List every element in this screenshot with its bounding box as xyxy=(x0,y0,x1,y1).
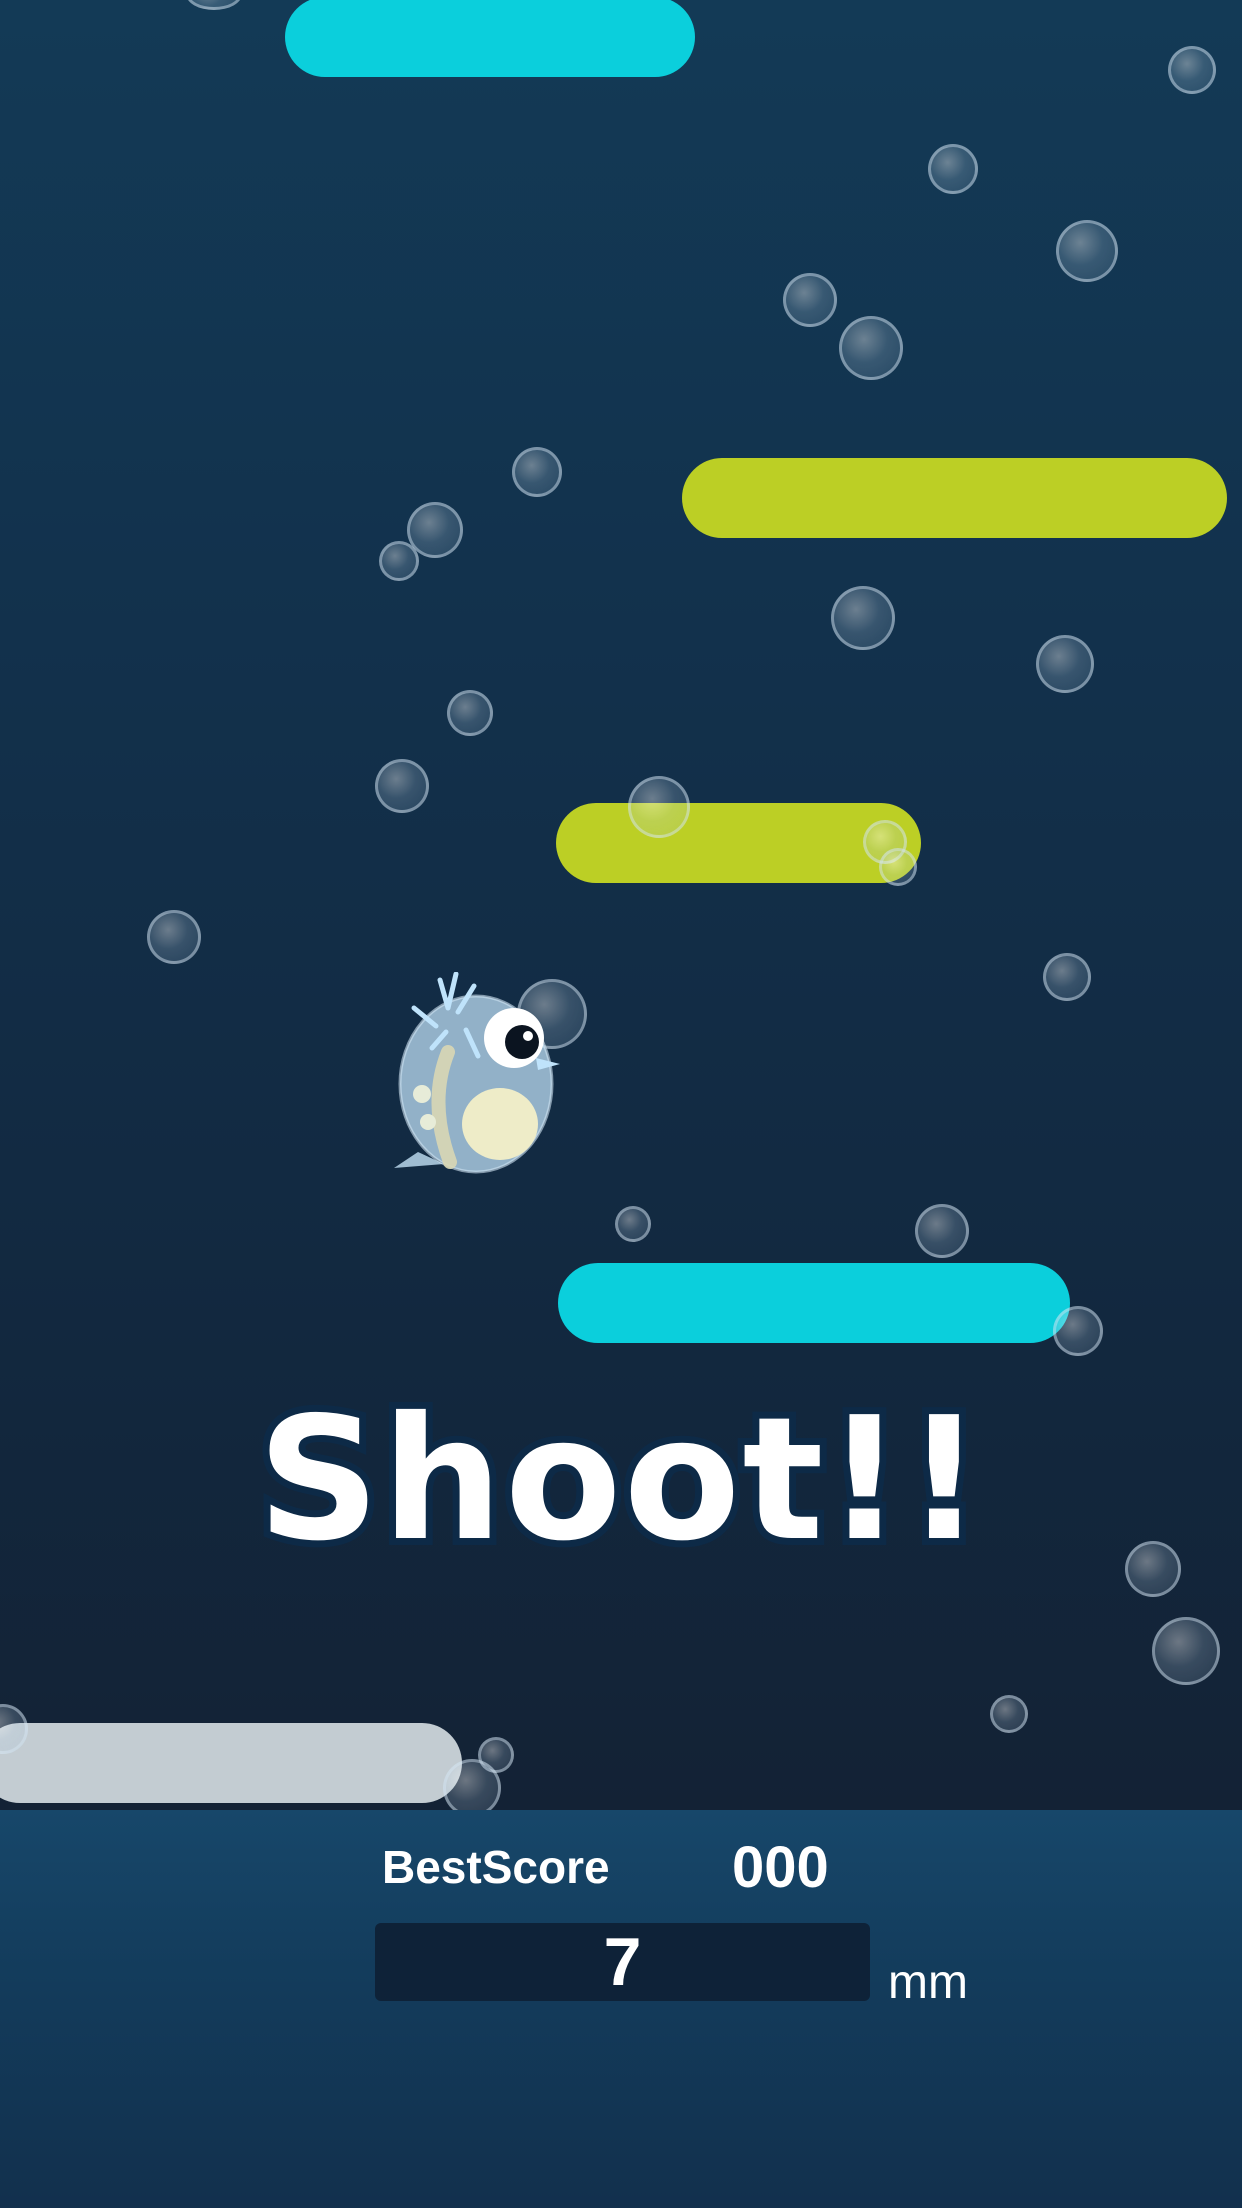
platform-lime-upper xyxy=(682,458,1227,538)
bubble-icon xyxy=(1056,220,1118,282)
bubble-icon xyxy=(928,144,978,194)
bubble-icon xyxy=(990,1695,1028,1733)
bubble-icon xyxy=(147,910,201,964)
bubble-icon xyxy=(915,1204,969,1258)
score-bar xyxy=(0,1810,1242,2208)
bubble-icon xyxy=(1168,46,1216,94)
bubble-icon xyxy=(447,690,493,736)
platform-cyan-top xyxy=(285,0,695,77)
bubble-icon xyxy=(628,776,690,838)
bubble-icon xyxy=(1053,1306,1103,1356)
shoot-banner-text: Shoot!! xyxy=(250,1381,989,1579)
game-screen[interactable]: Shoot!! BestScore 000 7 mm xyxy=(0,0,1242,2208)
bubble-icon xyxy=(783,273,837,327)
bubble-icon xyxy=(1036,635,1094,693)
bubble-icon xyxy=(186,0,242,10)
bubble-icon xyxy=(512,447,562,497)
current-score-value: 7 xyxy=(603,1924,642,2000)
bubble-icon xyxy=(1152,1617,1220,1685)
best-score-value: 000 xyxy=(732,1835,829,1900)
platform-cyan-lower xyxy=(558,1263,1070,1343)
bubble-icon xyxy=(879,848,917,886)
bubble-icon xyxy=(839,316,903,380)
bubble-icon xyxy=(443,1759,501,1810)
bubble-icon xyxy=(1043,953,1091,1001)
platform-gray-bottom xyxy=(0,1723,462,1803)
bird-character-icon xyxy=(394,972,560,1174)
play-area[interactable]: Shoot!! xyxy=(0,0,1242,1810)
bubble-icon xyxy=(831,586,895,650)
bubble-icon xyxy=(379,541,419,581)
bubble-icon xyxy=(615,1206,651,1242)
bubble-icon xyxy=(375,759,429,813)
best-score-label: BestScore xyxy=(382,1841,610,1893)
score-unit-label: mm xyxy=(888,1956,968,2009)
